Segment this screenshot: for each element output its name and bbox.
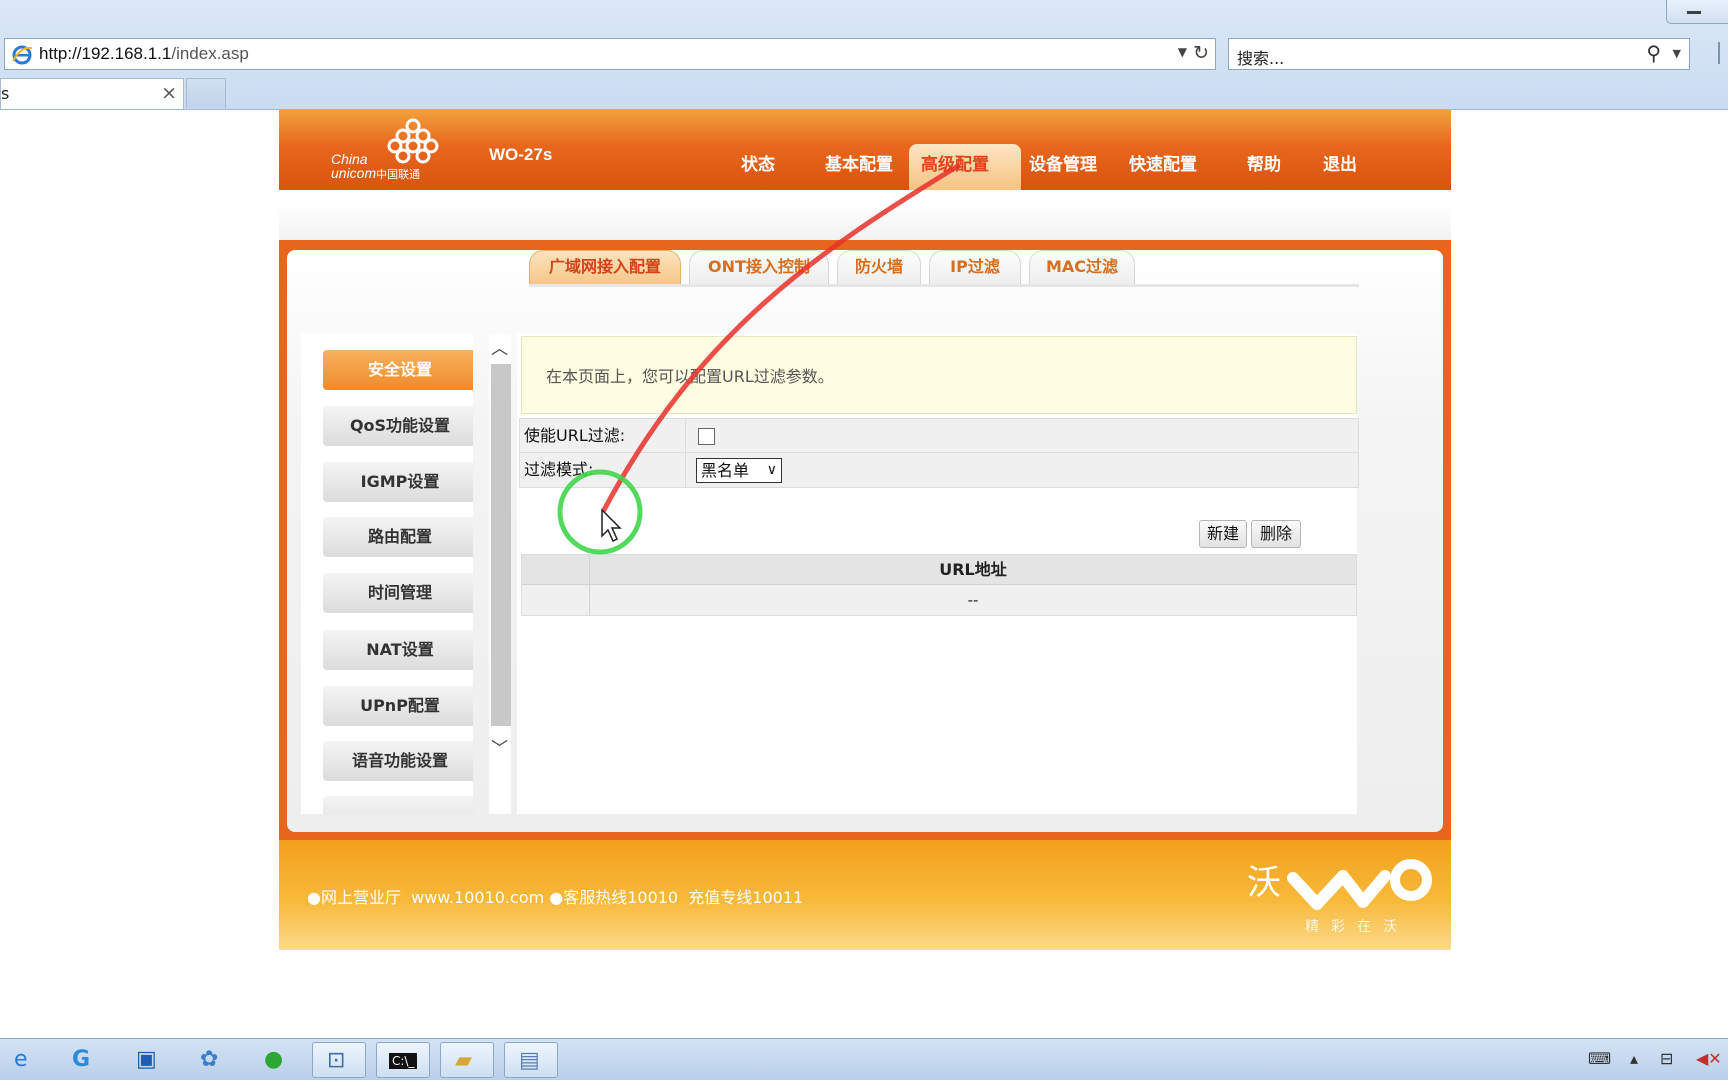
menu-voice-settings[interactable]: 语音功能设置 (323, 741, 473, 781)
nav-logout[interactable]: 退出 (1323, 150, 1357, 175)
wo-logo-icon: 沃 (1247, 859, 1432, 910)
windows-taskbar: e G ▣ ✿ ● ⊡ C:\_ ▰ ▤ ⌨ ▴ ⊟ ◀✕ (0, 1038, 1728, 1080)
subtab-wan-access[interactable]: 广域网接入配置 (529, 250, 681, 284)
svg-text:沃: 沃 (1247, 863, 1281, 903)
address-bar[interactable]: http://192.168.1.1/index.asp ▼ ↻ (4, 38, 1216, 70)
wo-logo: 沃 精彩在沃 (1239, 850, 1439, 940)
menu-igmp-settings[interactable]: IGMP设置 (323, 462, 473, 502)
taskbar-remote[interactable]: ⊡ (312, 1042, 366, 1078)
menu-route-config[interactable]: 路由配置 (323, 517, 473, 557)
media-icon: ▣ (136, 1047, 157, 1072)
refresh-icon[interactable]: ↻ (1193, 42, 1209, 64)
chevron-down-icon: ∨ (766, 462, 777, 478)
network-icon: ✿ (200, 1047, 219, 1072)
search-input[interactable]: 搜索... (1237, 45, 1284, 69)
taskbar-network[interactable]: ✿ (186, 1042, 240, 1078)
search-dropdown-icon[interactable]: ▼ (1673, 47, 1681, 60)
nav-status[interactable]: 状态 (741, 150, 775, 175)
taskbar-cmd[interactable]: C:\_ (376, 1042, 430, 1078)
nav-help[interactable]: 帮助 (1247, 150, 1281, 175)
content-area: 在本页面上，您可以配置URL过滤参数。 使能URL过滤: 过滤模式: 黑名单 ∨ … (517, 334, 1359, 814)
nav-advanced-config[interactable]: 高级配置 (909, 144, 1021, 190)
network-tray-icon[interactable]: ⊟ (1660, 1049, 1673, 1068)
subtab-ip-filter[interactable]: IP过滤 (929, 250, 1021, 284)
menu-time-management[interactable]: 时间管理 (323, 573, 473, 613)
router-footer: ●网上营业厅 www.10010.com ●客服热线10010 充值专线1001… (279, 840, 1451, 950)
header-divider (279, 190, 1451, 240)
filter-mode-label: 过滤模式: (520, 453, 686, 487)
enable-url-filter-label: 使能URL过滤: (520, 419, 686, 453)
delete-button[interactable]: 删除 (1251, 520, 1301, 548)
notepad-icon: ▤ (519, 1048, 540, 1073)
form-row-enable: 使能URL过滤: (520, 419, 1358, 453)
remote-desktop-icon: ⊡ (327, 1048, 346, 1073)
nav-quick-config[interactable]: 快速配置 (1129, 150, 1197, 175)
menu-security-settings[interactable]: 安全设置 (323, 350, 473, 390)
nav-basic-config[interactable]: 基本配置 (825, 150, 893, 175)
search-icon[interactable]: ⚲ (1646, 41, 1661, 65)
info-text: 在本页面上，您可以配置URL过滤参数。 (546, 367, 834, 386)
menu-upnp-config[interactable]: UPnP配置 (323, 686, 473, 726)
side-menu: 安全设置 QoS功能设置 IGMP设置 路由配置 时间管理 NAT设置 UPnP… (301, 334, 473, 814)
folder-icon: ▰ (455, 1048, 472, 1073)
cmd-icon: C:\_ (389, 1053, 418, 1069)
taskbar-ie[interactable]: e (0, 1042, 54, 1078)
brand-text: China unicom中国联通 (331, 151, 421, 181)
nav-device-management[interactable]: 设备管理 (1029, 150, 1097, 175)
tray-expand-icon[interactable]: ▴ (1630, 1049, 1638, 1068)
home-icon[interactable] (1718, 42, 1728, 64)
subtab-underline (529, 284, 1359, 287)
browser-tab[interactable]: s × (0, 78, 184, 109)
china-unicom-logo: China unicom中国联通 (331, 114, 451, 186)
subtab-mac-filter[interactable]: MAC过滤 (1029, 250, 1135, 284)
table-header-url: URL地址 (939, 560, 1007, 579)
subtab-firewall[interactable]: 防火墙 (837, 250, 921, 284)
menu-qos-settings[interactable]: QoS功能设置 (323, 406, 473, 446)
scroll-down-icon[interactable]: ﹀ (491, 734, 508, 759)
minimize-button[interactable] (1666, 0, 1728, 24)
wo-slogan: 精彩在沃 (1305, 919, 1409, 935)
g-icon: G (72, 1047, 91, 1072)
browser-chrome: http://192.168.1.1/index.asp ▼ ↻ 搜索... ⚲… (0, 0, 1728, 110)
url-filter-form: 使能URL过滤: 过滤模式: 黑名单 ∨ (519, 418, 1359, 488)
menu-scrollbar[interactable]: ︿ ﹀ (489, 334, 511, 814)
footer-text: ●网上营业厅 www.10010.com ●客服热线10010 充值专线1001… (307, 888, 804, 907)
new-tab-button[interactable] (186, 78, 226, 108)
table-header-select (522, 555, 590, 585)
menu-nat-settings[interactable]: NAT设置 (323, 630, 473, 670)
ie-icon: e (14, 1047, 28, 1072)
device-model: WO-27s (489, 145, 553, 164)
taskbar-explorer[interactable]: ▰ (440, 1042, 494, 1078)
form-row-mode: 过滤模式: 黑名单 ∨ (520, 453, 1358, 487)
ie-icon (12, 45, 33, 65)
table-row: -- (522, 585, 1356, 615)
router-page: China unicom中国联通 WO-27s 状态 基本配置 高级配置 设备管理… (279, 110, 1451, 950)
close-tab-icon[interactable]: × (161, 82, 177, 104)
menu-item-partial[interactable] (323, 796, 473, 814)
filter-mode-select[interactable]: 黑名单 ∨ (696, 458, 782, 483)
address-text: http://192.168.1.1/index.asp (39, 44, 249, 63)
new-button[interactable]: 新建 (1199, 520, 1247, 548)
taskbar-wechat[interactable]: ● (250, 1042, 304, 1078)
search-box[interactable]: 搜索... ⚲ ▼ (1228, 38, 1690, 70)
url-table: URL地址 -- (521, 554, 1357, 616)
minimize-icon (1687, 11, 1701, 14)
table-header: URL地址 (522, 555, 1356, 585)
address-dropdown-icon[interactable]: ▼ (1178, 45, 1187, 59)
scroll-up-icon[interactable]: ︿ (491, 334, 508, 359)
subtab-ont-access-control[interactable]: ONT接入控制 (689, 250, 829, 284)
table-empty-cell: -- (967, 591, 979, 609)
browser-tab-title: s (1, 84, 10, 103)
scroll-thumb[interactable] (491, 364, 511, 726)
info-box: 在本页面上，您可以配置URL过滤参数。 (521, 336, 1357, 414)
taskbar-g[interactable]: G (58, 1042, 112, 1078)
router-header: China unicom中国联通 WO-27s 状态 基本配置 高级配置 设备管理… (279, 110, 1451, 190)
taskbar-media[interactable]: ▣ (122, 1042, 176, 1078)
volume-muted-icon[interactable]: ◀✕ (1696, 1049, 1722, 1068)
taskbar-notepad[interactable]: ▤ (504, 1042, 558, 1078)
enable-url-filter-checkbox[interactable] (698, 428, 715, 445)
wechat-icon: ● (264, 1047, 284, 1072)
keyboard-icon[interactable]: ⌨ (1588, 1049, 1611, 1068)
